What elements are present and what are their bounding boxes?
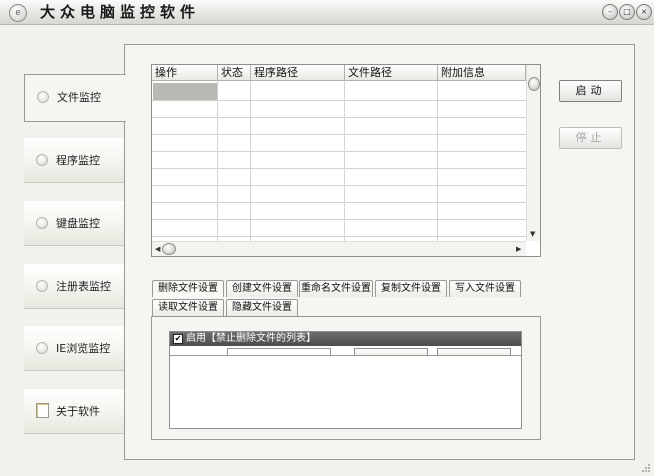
settings-list-box: ✔ 启用【禁止删除文件的列表】 (169, 331, 522, 429)
table-grid: 操作 状态 程序路径 文件路径 附加信息 (152, 65, 526, 241)
tab-copy-file-settings[interactable]: 复制文件设置 (375, 280, 447, 297)
stop-button[interactable]: 停止 (559, 127, 622, 149)
tab-read-file-settings[interactable]: 读取文件设置 (152, 299, 224, 316)
tab-delete-file-settings[interactable]: 删除文件设置 (152, 280, 224, 297)
column-divider (250, 81, 251, 241)
resize-grip-icon[interactable] (639, 461, 651, 473)
tab-hide-file-settings[interactable]: 隐藏文件设置 (226, 299, 298, 316)
row-divider (152, 134, 526, 135)
selected-cell[interactable] (153, 83, 217, 100)
column-header-extra-info[interactable]: 附加信息 (438, 65, 526, 81)
scroll-thumb[interactable] (528, 77, 540, 91)
scroll-thumb[interactable] (162, 243, 176, 255)
sidebar-item-label: 注册表监控 (56, 280, 111, 293)
sidebar-item-file-monitor[interactable]: 文件监控 (24, 74, 126, 122)
tab-write-file-settings[interactable]: 写入文件设置 (449, 280, 521, 297)
enable-header[interactable]: ✔ 启用【禁止删除文件的列表】 (170, 332, 521, 346)
column-header-status[interactable]: 状态 (218, 65, 251, 81)
row-divider (152, 219, 526, 220)
tab-panel: ✔ 启用【禁止删除文件的列表】 (151, 316, 541, 440)
tab-rename-file-settings[interactable]: 重命名文件设置 (299, 280, 373, 297)
start-button[interactable]: 启动 (559, 80, 622, 102)
sidebar-item-ie-monitor[interactable]: IE浏览监控 (24, 326, 124, 371)
row-divider (152, 236, 526, 237)
radio-dot-icon (36, 154, 48, 166)
tab-create-file-settings[interactable]: 创建文件设置 (226, 280, 298, 297)
column-header-file-path[interactable]: 文件路径 (345, 65, 438, 81)
radio-dot-icon (36, 217, 48, 229)
column-divider (437, 81, 438, 241)
column-header-operation[interactable]: 操作 (152, 65, 218, 81)
column-divider (217, 81, 218, 241)
column-divider (344, 81, 345, 241)
close-icon[interactable]: × (636, 4, 652, 20)
window-title: 大众电脑监控软件 (40, 3, 201, 21)
sidebar-item-label: 关于软件 (56, 405, 100, 418)
sidebar-item-label: 键盘监控 (56, 217, 100, 230)
row-divider (152, 185, 526, 186)
sidebar-item-program-monitor[interactable]: 程序监控 (24, 138, 124, 183)
file-log-table[interactable]: 操作 状态 程序路径 文件路径 附加信息 ▼ ◀ ▶ (151, 64, 541, 257)
settings-content-area (170, 355, 521, 428)
radio-dot-icon (36, 342, 48, 354)
scroll-right-icon[interactable]: ▶ (516, 245, 521, 253)
document-icon (36, 403, 49, 418)
enable-label: 启用【禁止删除文件的列表】 (186, 333, 316, 344)
sidebar-item-about[interactable]: 关于软件 (24, 389, 124, 434)
column-header-program-path[interactable]: 程序路径 (251, 65, 345, 81)
title-bar[interactable]: e 大众电脑监控软件 – □ × (0, 0, 654, 25)
horizontal-scrollbar[interactable]: ◀ ▶ (152, 241, 526, 256)
scroll-left-icon[interactable]: ◀ (155, 245, 160, 253)
row-divider (152, 117, 526, 118)
row-divider (152, 168, 526, 169)
vertical-scrollbar[interactable]: ▼ (526, 65, 540, 241)
radio-dot-icon (37, 91, 49, 103)
row-divider (152, 202, 526, 203)
sidebar-item-keyboard-monitor[interactable]: 键盘监控 (24, 201, 124, 246)
row-divider (152, 100, 526, 101)
radio-dot-icon (36, 280, 48, 292)
row-divider (152, 151, 526, 152)
sidebar-item-registry-monitor[interactable]: 注册表监控 (24, 264, 124, 309)
sidebar-item-label: IE浏览监控 (56, 342, 111, 355)
sidebar-item-label: 程序监控 (56, 154, 100, 167)
maximize-icon[interactable]: □ (619, 4, 635, 20)
sidebar-item-label: 文件监控 (57, 91, 101, 104)
app-icon[interactable]: e (9, 4, 27, 22)
scroll-down-icon[interactable]: ▼ (530, 230, 535, 238)
app-window: e 大众电脑监控软件 – □ × 文件监控 程序监控 键盘监控 注册表监控 IE… (0, 0, 654, 476)
minimize-icon[interactable]: – (602, 4, 618, 20)
checkbox-icon[interactable]: ✔ (173, 334, 183, 344)
